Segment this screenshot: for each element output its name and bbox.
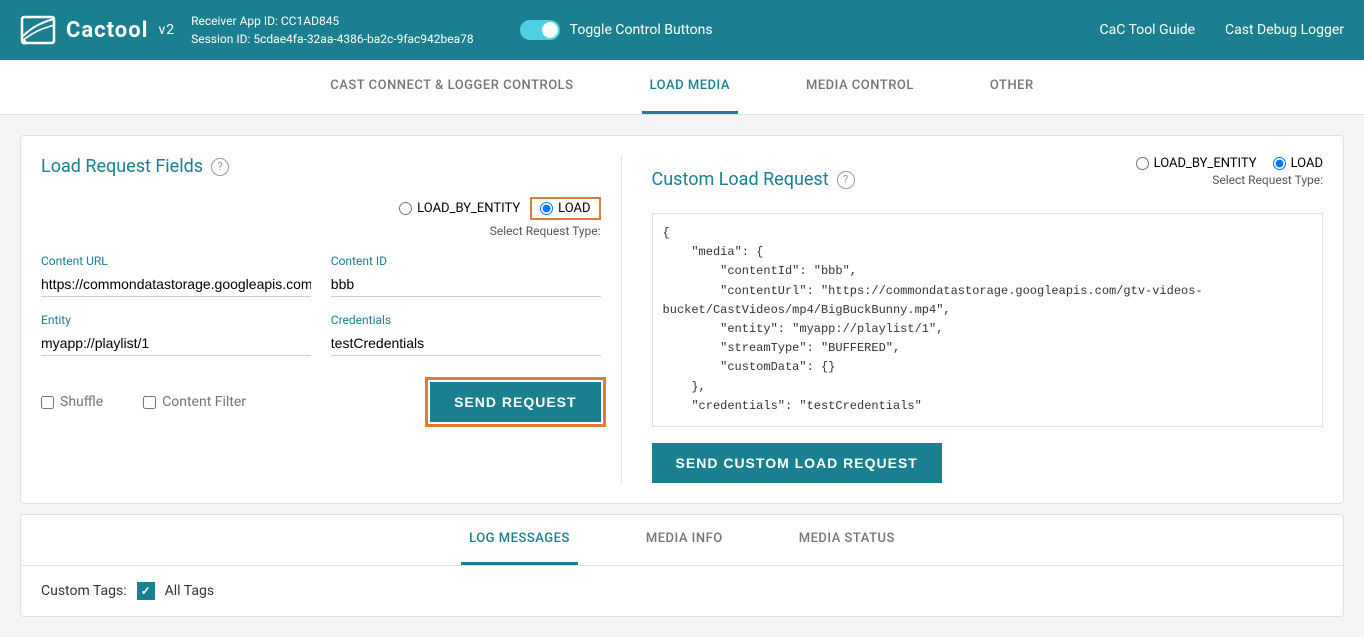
all-tags-checkbox[interactable] bbox=[137, 582, 155, 600]
logo-text: Cactool bbox=[66, 18, 148, 43]
shuffle-label: Shuffle bbox=[60, 394, 103, 410]
entity-field: Entity bbox=[41, 313, 311, 356]
right-radio-selector: LOAD_BY_ENTITY LOAD Select Request Type: bbox=[1136, 156, 1323, 203]
main-nav: CAST CONNECT & LOGGER CONTROLS LOAD MEDI… bbox=[0, 60, 1364, 115]
right-radio-load[interactable] bbox=[1273, 157, 1286, 170]
content-filter-option[interactable]: Content Filter bbox=[143, 394, 246, 410]
custom-load-title: Custom Load Request ? bbox=[652, 169, 855, 190]
toggle-control[interactable]: Toggle Control Buttons bbox=[520, 20, 713, 40]
toggle-label: Toggle Control Buttons bbox=[570, 22, 713, 38]
receiver-app-id: Receiver App ID: CC1AD845 bbox=[191, 12, 474, 30]
checkbox-row: Shuffle Content Filter bbox=[41, 394, 430, 410]
app-header: Cactool v2 Receiver App ID: CC1AD845 Ses… bbox=[0, 0, 1364, 60]
tab-other[interactable]: OTHER bbox=[982, 60, 1042, 114]
right-radio-load-by-entity-label: LOAD_BY_ENTITY bbox=[1154, 156, 1257, 171]
custom-tags-row: Custom Tags: All Tags bbox=[41, 582, 1323, 600]
credentials-field: Credentials bbox=[331, 313, 601, 356]
content-filter-checkbox[interactable] bbox=[143, 396, 156, 409]
toggle-switch[interactable] bbox=[520, 20, 560, 40]
custom-load-header: Custom Load Request ? LOAD_BY_ENTITY LOA… bbox=[652, 156, 1323, 203]
entity-input[interactable] bbox=[41, 331, 311, 356]
tab-media-status[interactable]: MEDIA STATUS bbox=[791, 515, 903, 565]
select-request-type-label: Select Request Type: bbox=[41, 224, 601, 238]
content-url-label: Content URL bbox=[41, 254, 311, 268]
json-editor[interactable]: { "media": { "contentId": "bbb", "conten… bbox=[652, 213, 1323, 427]
main-content: Load Request Fields ? LOAD_BY_ENTITY LOA… bbox=[0, 115, 1364, 637]
logo-version: v2 bbox=[158, 22, 175, 38]
right-select-request-label: Select Request Type: bbox=[1212, 173, 1323, 187]
entity-label: Entity bbox=[41, 313, 311, 327]
session-id: Session ID: 5cdae4fa-32aa-4386-ba2c-9fac… bbox=[191, 30, 474, 48]
bottom-tabs: LOG MESSAGES MEDIA INFO MEDIA STATUS bbox=[21, 515, 1343, 566]
custom-tags-label: Custom Tags: bbox=[41, 583, 127, 599]
load-request-fields-title: Load Request Fields ? bbox=[41, 156, 601, 177]
right-radio-load-label: LOAD bbox=[1291, 156, 1323, 171]
send-request-button[interactable]: SEND REQUEST bbox=[430, 382, 600, 422]
tab-media-info[interactable]: MEDIA INFO bbox=[638, 515, 731, 565]
right-panel: Custom Load Request ? LOAD_BY_ENTITY LOA… bbox=[642, 156, 1323, 483]
cac-tool-guide-link[interactable]: CaC Tool Guide bbox=[1100, 22, 1196, 38]
right-radio-load-by-entity[interactable] bbox=[1136, 157, 1149, 170]
content-url-input[interactable] bbox=[41, 272, 311, 297]
send-custom-load-request-button[interactable]: SEND CUSTOM LOAD REQUEST bbox=[652, 443, 942, 483]
radio-load-selected-box: LOAD bbox=[530, 197, 600, 220]
tab-cast-connect[interactable]: CAST CONNECT & LOGGER CONTROLS bbox=[322, 60, 581, 114]
radio-load-by-entity-label: LOAD_BY_ENTITY bbox=[417, 201, 520, 216]
content-filter-label: Content Filter bbox=[162, 394, 246, 410]
logo: Cactool v2 bbox=[20, 15, 175, 45]
header-links: CaC Tool Guide Cast Debug Logger bbox=[1100, 22, 1345, 38]
content-id-input[interactable] bbox=[331, 272, 601, 297]
form-row-url-id: Content URL Content ID bbox=[41, 254, 601, 297]
credentials-label: Credentials bbox=[331, 313, 601, 327]
radio-load[interactable] bbox=[540, 202, 553, 215]
right-radio-load-by-entity-option[interactable]: LOAD_BY_ENTITY bbox=[1136, 156, 1257, 171]
form-row-entity-credentials: Entity Credentials bbox=[41, 313, 601, 356]
radio-load-option[interactable]: LOAD bbox=[540, 201, 590, 216]
left-panel: Load Request Fields ? LOAD_BY_ENTITY LOA… bbox=[41, 156, 622, 483]
content-id-label: Content ID bbox=[331, 254, 601, 268]
right-radio-load-option[interactable]: LOAD bbox=[1273, 156, 1323, 171]
load-request-help-icon[interactable]: ? bbox=[211, 158, 229, 176]
tab-media-control[interactable]: MEDIA CONTROL bbox=[798, 60, 922, 114]
tab-load-media[interactable]: LOAD MEDIA bbox=[642, 60, 738, 114]
bottom-content: Custom Tags: All Tags bbox=[21, 566, 1343, 616]
radio-load-label: LOAD bbox=[558, 201, 590, 216]
right-radio-options: LOAD_BY_ENTITY LOAD bbox=[1136, 156, 1323, 171]
header-info: Receiver App ID: CC1AD845 Session ID: 5c… bbox=[191, 12, 474, 48]
cast-debug-logger-link[interactable]: Cast Debug Logger bbox=[1225, 22, 1344, 38]
custom-load-help-icon[interactable]: ? bbox=[837, 171, 855, 189]
content-url-field: Content URL bbox=[41, 254, 311, 297]
bottom-section: LOG MESSAGES MEDIA INFO MEDIA STATUS Cus… bbox=[20, 514, 1344, 617]
all-tags-label: All Tags bbox=[165, 583, 214, 599]
shuffle-checkbox[interactable] bbox=[41, 396, 54, 409]
radio-load-by-entity[interactable] bbox=[399, 202, 412, 215]
tab-log-messages[interactable]: LOG MESSAGES bbox=[461, 515, 578, 565]
radio-load-by-entity-option[interactable]: LOAD_BY_ENTITY bbox=[399, 201, 520, 216]
cast-logo-icon bbox=[20, 15, 56, 45]
shuffle-option[interactable]: Shuffle bbox=[41, 394, 103, 410]
credentials-input[interactable] bbox=[331, 331, 601, 356]
load-media-panel: Load Request Fields ? LOAD_BY_ENTITY LOA… bbox=[20, 135, 1344, 504]
content-id-field: Content ID bbox=[331, 254, 601, 297]
